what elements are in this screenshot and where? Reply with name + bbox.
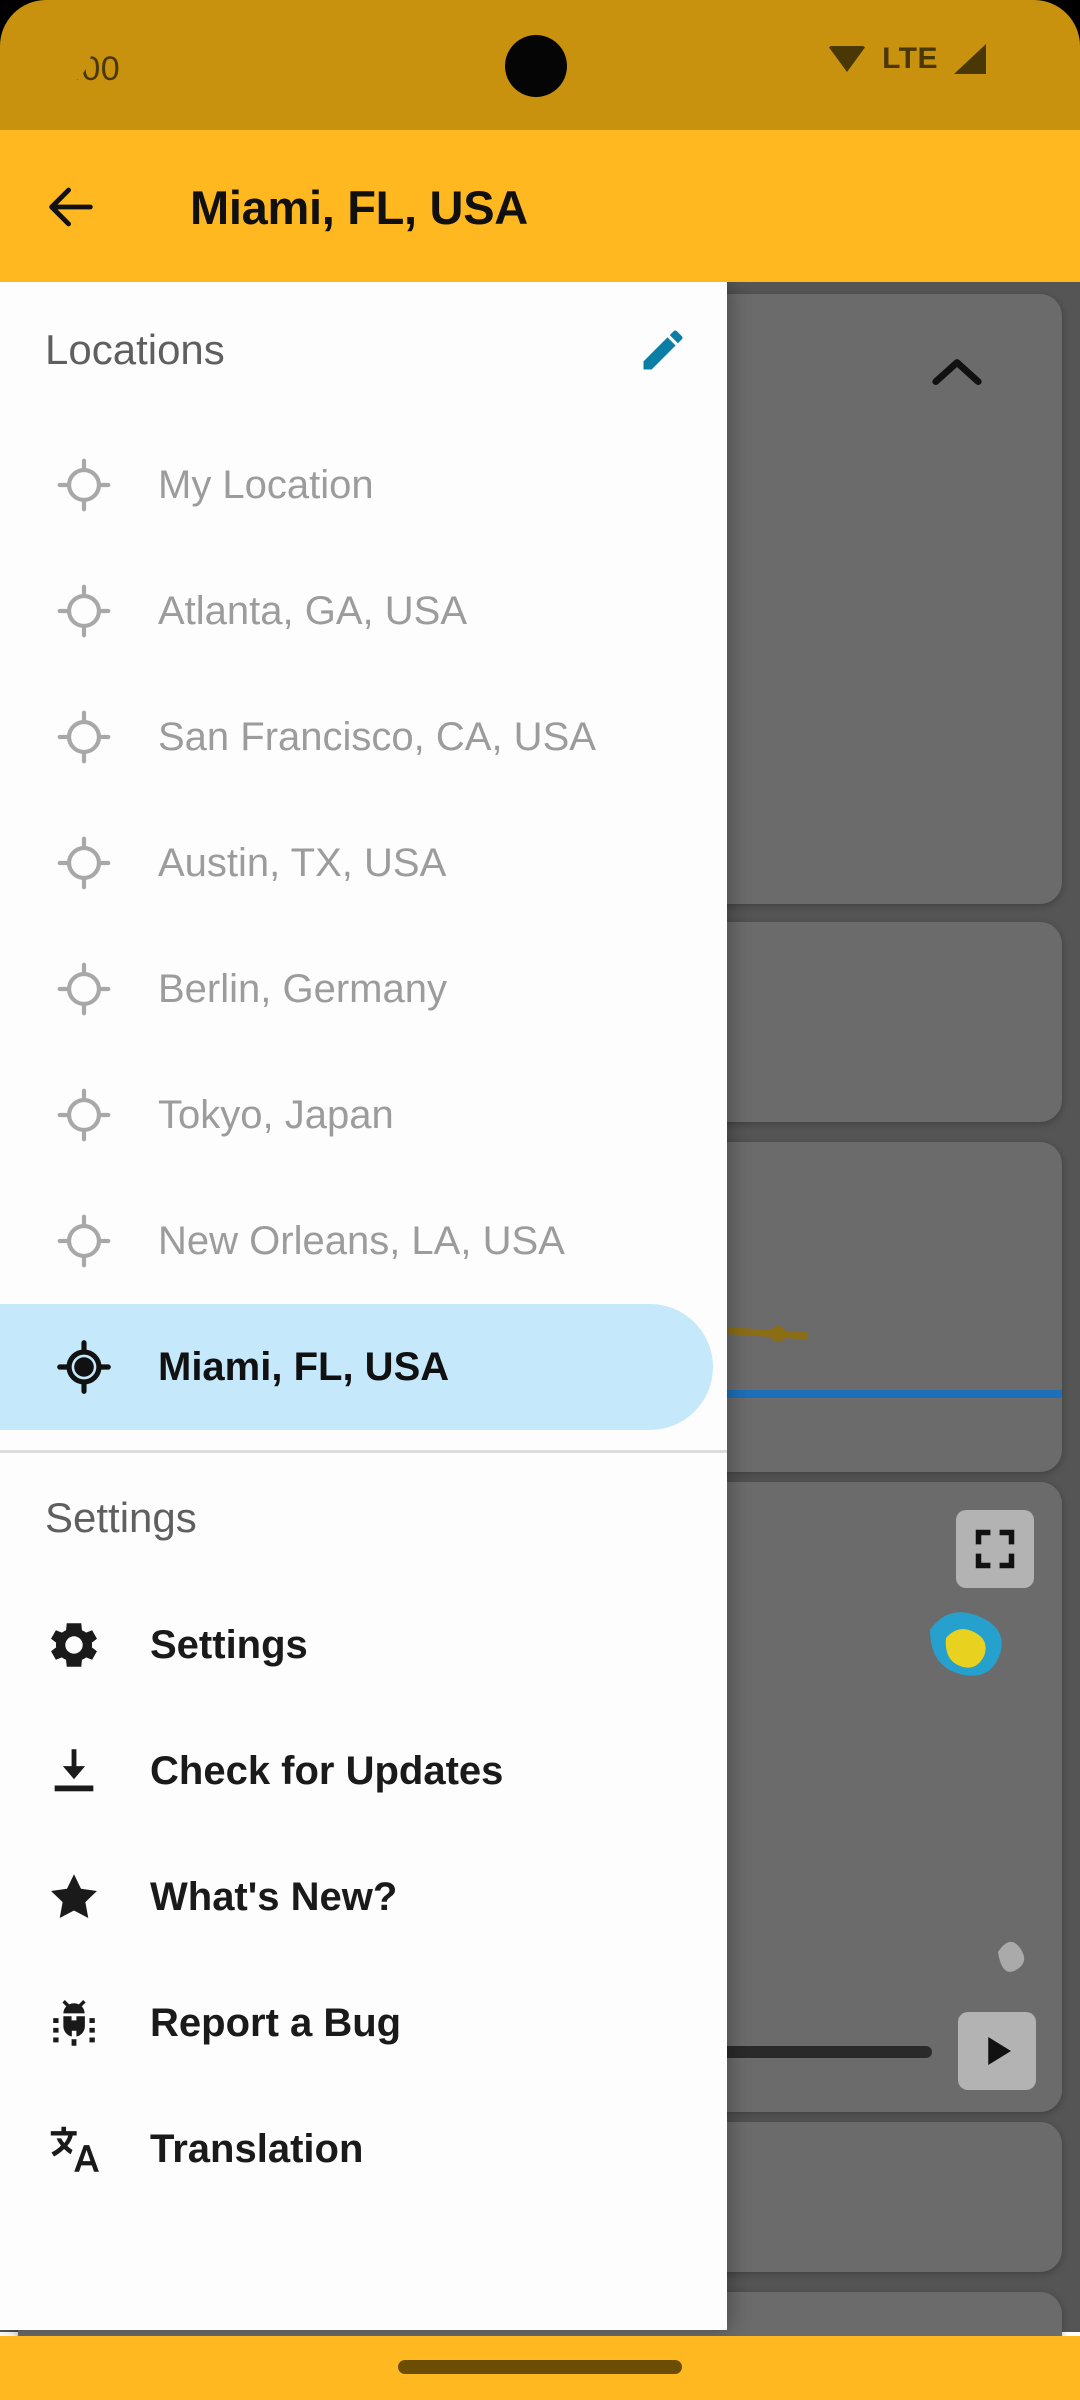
battery-icon bbox=[1002, 38, 1022, 75]
location-item-label: Berlin, Germany bbox=[158, 966, 447, 1011]
crosshair-filled-icon bbox=[56, 1339, 112, 1395]
location-list: My Location Atlanta, GA, USA San Francisco… bbox=[0, 422, 727, 1430]
location-item-new-orleans-la-usa[interactable]: New Orleans, LA, USA bbox=[0, 1178, 727, 1304]
location-item-label: Miami, FL, USA bbox=[158, 1344, 450, 1389]
settings-section-title: Settings bbox=[45, 1494, 197, 1541]
status-clock: 2:00 bbox=[52, 50, 121, 88]
arrow-back-glyph bbox=[49, 187, 93, 227]
status-bar: 2:00 LTE bbox=[0, 0, 1080, 130]
play-icon[interactable] bbox=[958, 2012, 1036, 2090]
location-item-san-francisco-ca-usa[interactable]: San Francisco, CA, USA bbox=[0, 674, 727, 800]
crosshair-icon bbox=[57, 710, 111, 764]
location-item-label: San Francisco, CA, USA bbox=[158, 714, 596, 759]
camera-cutout-icon bbox=[505, 35, 567, 97]
locations-section-title: Locations bbox=[45, 326, 225, 373]
fullscreen-icon[interactable] bbox=[956, 1510, 1034, 1588]
translate-icon bbox=[50, 2126, 99, 2172]
location-item-label: Austin, TX, USA bbox=[158, 840, 447, 885]
location-item-my-location[interactable]: My Location bbox=[0, 422, 727, 548]
drawer-header: Locations bbox=[0, 282, 727, 422]
status-icons: LTE bbox=[828, 38, 1022, 76]
play-glyph bbox=[988, 2037, 1011, 2065]
location-item-berlin-germany[interactable]: Berlin, Germany bbox=[0, 926, 727, 1052]
download-icon bbox=[42, 1739, 106, 1803]
crosshair-icon bbox=[57, 836, 111, 890]
settings-item-what-s-new[interactable]: What's New? bbox=[0, 1834, 727, 1960]
location-item-atlanta-ga-usa[interactable]: Atlanta, GA, USA bbox=[0, 548, 727, 674]
app-bar: Miami, FL, USA bbox=[0, 130, 1080, 282]
location-item-austin-tx-usa[interactable]: Austin, TX, USA bbox=[0, 800, 727, 926]
settings-item-label: What's New? bbox=[150, 1874, 398, 1919]
star-icon bbox=[42, 1865, 106, 1929]
location-item-tokyo-japan[interactable]: Tokyo, Japan bbox=[0, 1052, 727, 1178]
crosshair-filled-icon bbox=[57, 1340, 111, 1394]
page-title: Miami, FL, USA bbox=[190, 181, 528, 234]
lte-label: LTE bbox=[882, 42, 938, 75]
chevron-up-icon[interactable] bbox=[930, 354, 984, 388]
settings-item-label: Check for Updates bbox=[150, 1748, 504, 1793]
settings-item-report-a-bug[interactable]: Report a Bug bbox=[0, 1960, 727, 2086]
pencil-glyph bbox=[643, 330, 683, 370]
location-item-label: Tokyo, Japan bbox=[158, 1092, 394, 1137]
drawer-divider bbox=[0, 1450, 727, 1453]
crosshair-icon bbox=[56, 961, 112, 1017]
signal-icon bbox=[954, 44, 986, 74]
settings-list: Settings Check for Updates What's New? Repo… bbox=[0, 1582, 727, 2212]
download-icon bbox=[54, 1749, 94, 1792]
settings-item-check-for-updates[interactable]: Check for Updates bbox=[0, 1708, 727, 1834]
crosshair-icon bbox=[56, 1087, 112, 1143]
settings-item-label: Settings bbox=[150, 1622, 308, 1667]
crosshair-icon bbox=[56, 1213, 112, 1269]
bug-icon bbox=[42, 1991, 106, 2055]
location-item-label: Atlanta, GA, USA bbox=[158, 588, 468, 633]
crosshair-icon bbox=[57, 1214, 111, 1268]
settings-item-label: Report a Bug bbox=[150, 2000, 402, 2045]
crosshair-icon bbox=[56, 457, 112, 513]
translate-icon bbox=[42, 2117, 106, 2181]
system-nav-bar bbox=[0, 2336, 1080, 2400]
crosshair-icon bbox=[57, 1088, 111, 1142]
navigation-drawer: Locations My Location Atlanta, GA, USA San… bbox=[0, 282, 727, 2330]
settings-item-settings[interactable]: Settings bbox=[0, 1582, 727, 1708]
bug-icon bbox=[53, 2000, 95, 2046]
pencil-edit-icon[interactable] bbox=[635, 322, 691, 378]
gear-icon bbox=[42, 1613, 106, 1677]
phone-screen: umidity Dew Point Pa n Visibility EDT bbox=[0, 0, 1080, 2400]
arrow-back-icon[interactable] bbox=[40, 176, 102, 238]
location-item-miami-fl-usa[interactable]: Miami, FL, USA bbox=[0, 1304, 713, 1430]
wifi-icon bbox=[828, 44, 867, 74]
crosshair-icon bbox=[56, 583, 112, 639]
crosshair-icon bbox=[56, 709, 112, 765]
settings-item-translation[interactable]: Translation bbox=[0, 2086, 727, 2212]
settings-item-label: Translation bbox=[150, 2126, 364, 2171]
crosshair-icon bbox=[57, 458, 111, 512]
gear-icon bbox=[51, 1623, 97, 1667]
location-item-label: My Location bbox=[158, 462, 374, 507]
crosshair-icon bbox=[57, 962, 111, 1016]
crosshair-icon bbox=[57, 584, 111, 638]
location-item-label: New Orleans, LA, USA bbox=[158, 1218, 565, 1263]
gesture-pill[interactable] bbox=[398, 2360, 682, 2374]
star-icon bbox=[51, 1874, 97, 1919]
fullscreen-glyph bbox=[975, 1529, 1015, 1569]
crosshair-icon bbox=[56, 835, 112, 891]
